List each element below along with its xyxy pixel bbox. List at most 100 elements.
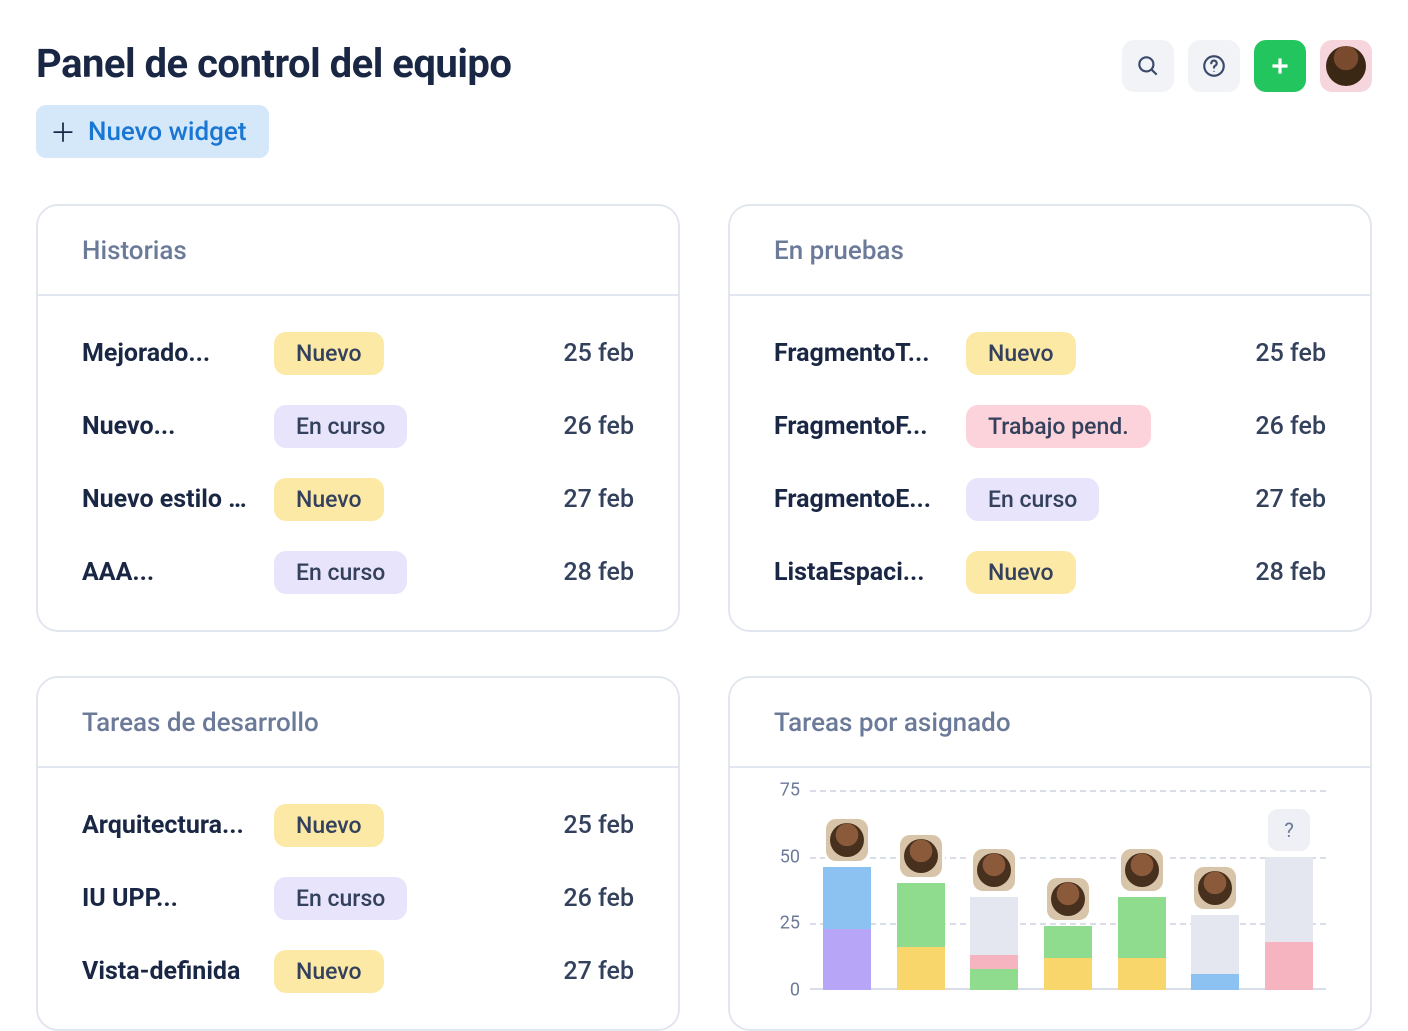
item-title: Nuevo... bbox=[82, 412, 254, 441]
item-date: 25 feb bbox=[1206, 339, 1326, 368]
bar-segment bbox=[970, 897, 1018, 956]
status-badge: Trabajo pend. bbox=[966, 405, 1151, 448]
card-en-pruebas: En pruebas FragmentoT...Nuevo25 febFragm… bbox=[728, 204, 1372, 632]
help-icon bbox=[1201, 53, 1227, 79]
item-date: 28 feb bbox=[514, 558, 634, 587]
item-date: 26 feb bbox=[1206, 412, 1326, 441]
bar-assignee-6[interactable] bbox=[1191, 915, 1239, 990]
bar-segment bbox=[897, 947, 945, 990]
y-tick-label: 25 bbox=[760, 913, 800, 934]
card-title: En pruebas bbox=[730, 206, 1370, 296]
card-tareas-desarrollo: Tareas de desarrollo Arquitectura... Nuev… bbox=[36, 676, 680, 1031]
status-badge: Nuevo bbox=[966, 551, 1076, 594]
status-badge: En curso bbox=[274, 405, 407, 448]
y-tick-label: 75 bbox=[760, 780, 800, 801]
item-date: 28 feb bbox=[1206, 558, 1326, 587]
status-badge: En curso bbox=[274, 877, 407, 920]
card-title: Historias bbox=[38, 206, 678, 296]
card-body: Arquitectura... Nuevo 25 feb IU UPP... En cu… bbox=[38, 768, 678, 1029]
dashboard-grid: Historias Mejorado... Nuevo 25 feb Nuevo...… bbox=[36, 204, 1372, 1031]
item-title: IU UPP... bbox=[82, 884, 254, 913]
bar-segment bbox=[823, 929, 871, 990]
bar-segment bbox=[1191, 974, 1239, 990]
list-item[interactable]: FragmentoE... En curso 27 feb bbox=[774, 478, 1326, 521]
card-title: Tareas de desarrollo bbox=[38, 678, 678, 768]
item-date: 26 feb bbox=[514, 884, 634, 913]
item-title: Arquitectura... bbox=[82, 811, 254, 840]
card-body: FragmentoT... Nuevo 25 feb FragmentoF... Tra… bbox=[730, 296, 1370, 630]
status-badge: En curso bbox=[274, 551, 407, 594]
status-badge: Nuevo bbox=[274, 804, 384, 847]
y-tick-label: 0 bbox=[760, 980, 800, 1001]
item-date: 27 feb bbox=[514, 485, 634, 514]
list-item[interactable]: FragmentoT... Nuevo 25 feb bbox=[774, 332, 1326, 375]
search-button[interactable] bbox=[1122, 40, 1174, 92]
bar-assignee-3[interactable] bbox=[970, 897, 1018, 990]
card-tareas-por-asignado: Tareas por asignado 0 25 50 75? bbox=[728, 676, 1372, 1031]
plus-icon: ＋ bbox=[50, 113, 76, 150]
help-button[interactable] bbox=[1188, 40, 1240, 92]
item-title: FragmentoE... bbox=[774, 485, 946, 514]
bar-segment bbox=[970, 969, 1018, 990]
list-item[interactable]: ListaEspaci...Nuevo28 feb bbox=[774, 551, 1326, 594]
list-item[interactable]: Nuevo estilo de IU Nuevo 27 feb bbox=[82, 478, 634, 521]
new-widget-label: Nuevo widget bbox=[88, 117, 247, 147]
item-date: 27 feb bbox=[514, 957, 634, 986]
assignee-avatar bbox=[1194, 867, 1236, 909]
add-button[interactable] bbox=[1254, 40, 1306, 92]
search-icon bbox=[1135, 53, 1161, 79]
bar-segment bbox=[1044, 958, 1092, 990]
plus-icon bbox=[1267, 53, 1293, 79]
user-avatar[interactable] bbox=[1320, 40, 1372, 92]
new-widget-button[interactable]: ＋ Nuevo widget bbox=[36, 105, 269, 158]
status-badge: Nuevo bbox=[274, 332, 384, 375]
status-badge: Nuevo bbox=[274, 950, 384, 993]
bar-segment bbox=[970, 955, 1018, 968]
list-item[interactable]: IU UPP... En curso 26 feb bbox=[82, 877, 634, 920]
item-date: 26 feb bbox=[514, 412, 634, 441]
assignee-avatar bbox=[1121, 849, 1163, 891]
bar-segment bbox=[1118, 897, 1166, 958]
bar-assignee-1[interactable] bbox=[823, 867, 871, 990]
item-title: AAA... bbox=[82, 558, 254, 587]
list-item[interactable]: Vista-definida Nuevo 27 feb bbox=[82, 950, 634, 993]
assignee-avatar bbox=[900, 835, 942, 877]
status-badge: En curso bbox=[966, 478, 1099, 521]
bar-segment bbox=[823, 867, 871, 928]
status-badge: Nuevo bbox=[966, 332, 1076, 375]
bar-segment bbox=[1044, 926, 1092, 958]
bar-segment bbox=[1265, 857, 1313, 942]
item-title: FragmentoF... bbox=[774, 412, 946, 441]
assignee-avatar bbox=[1047, 878, 1089, 920]
page-title: Panel de control del equipo bbox=[36, 40, 512, 87]
list-item[interactable]: FragmentoF... Trabajo pend. 26 feb bbox=[774, 405, 1326, 448]
bar-segment bbox=[1265, 942, 1313, 990]
list-item[interactable]: Arquitectura... Nuevo 25 feb bbox=[82, 804, 634, 847]
list-item[interactable]: AAA... En curso 28 feb bbox=[82, 551, 634, 594]
assignee-avatar bbox=[826, 819, 868, 861]
topbar: Panel de control del equipo ＋ Nuevo widg… bbox=[36, 40, 1372, 158]
bar-assignee-4[interactable] bbox=[1044, 926, 1092, 990]
status-badge: Nuevo bbox=[274, 478, 384, 521]
bar-assignee-5[interactable] bbox=[1118, 897, 1166, 990]
y-tick-label: 50 bbox=[760, 846, 800, 867]
bar-segment bbox=[1118, 958, 1166, 990]
item-title: Vista-definida bbox=[82, 957, 254, 986]
item-title: Mejorado... bbox=[82, 339, 254, 368]
item-title: FragmentoT... bbox=[774, 339, 946, 368]
bar-segment bbox=[1191, 915, 1239, 974]
list-item[interactable]: Mejorado... Nuevo 25 feb bbox=[82, 332, 634, 375]
card-title: Tareas por asignado bbox=[730, 678, 1370, 768]
item-date: 27 feb bbox=[1206, 485, 1326, 514]
card-historias: Historias Mejorado... Nuevo 25 feb Nuevo...… bbox=[36, 204, 680, 632]
card-body: Mejorado... Nuevo 25 feb Nuevo... En curso 26… bbox=[38, 296, 678, 630]
title-area: Panel de control del equipo ＋ Nuevo widg… bbox=[36, 40, 512, 158]
item-date: 25 feb bbox=[514, 339, 634, 368]
bar-unassigned[interactable]: ? bbox=[1265, 857, 1313, 990]
top-actions bbox=[1122, 40, 1372, 92]
list-item[interactable]: Nuevo... En curso 26 feb bbox=[82, 405, 634, 448]
item-date: 25 feb bbox=[514, 811, 634, 840]
chart-area: 0255075? bbox=[730, 768, 1370, 990]
bar-assignee-2[interactable] bbox=[897, 883, 945, 990]
item-title: Nuevo estilo de IU bbox=[82, 485, 254, 514]
